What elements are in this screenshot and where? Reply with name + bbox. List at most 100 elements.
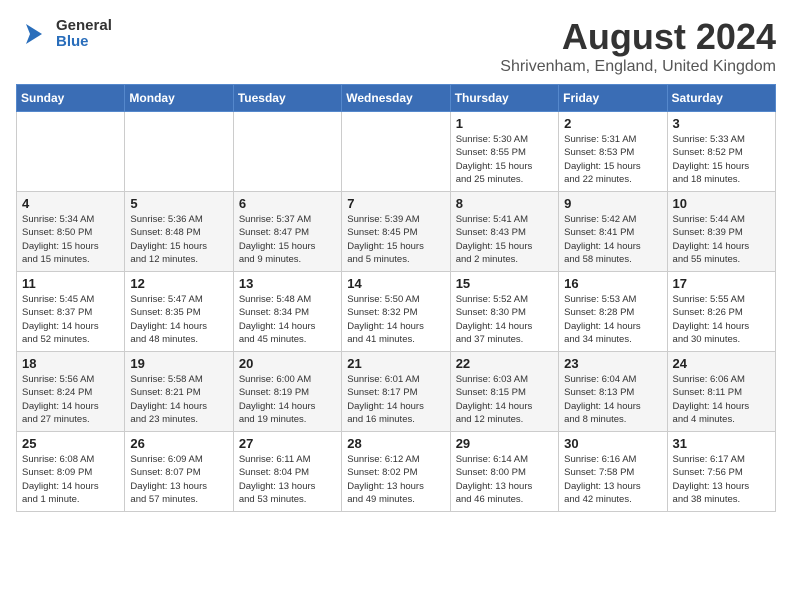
day-info: Sunrise: 5:52 AMSunset: 8:30 PMDaylight:… (456, 293, 553, 346)
calendar-cell (17, 112, 125, 192)
day-info: Sunrise: 6:17 AMSunset: 7:56 PMDaylight:… (673, 453, 770, 506)
calendar-cell: 25 Sunrise: 6:08 AMSunset: 8:09 PMDayligh… (17, 432, 125, 512)
day-info: Sunrise: 6:12 AMSunset: 8:02 PMDaylight:… (347, 453, 444, 506)
day-info: Sunrise: 5:58 AMSunset: 8:21 PMDaylight:… (130, 373, 227, 426)
day-info: Sunrise: 5:36 AMSunset: 8:48 PMDaylight:… (130, 213, 227, 266)
day-info: Sunrise: 5:37 AMSunset: 8:47 PMDaylight:… (239, 213, 336, 266)
day-info: Sunrise: 5:44 AMSunset: 8:39 PMDaylight:… (673, 213, 770, 266)
day-number: 23 (564, 356, 661, 371)
calendar-cell (233, 112, 341, 192)
calendar-header-saturday: Saturday (667, 85, 775, 112)
day-number: 17 (673, 276, 770, 291)
day-number: 12 (130, 276, 227, 291)
calendar-cell: 17 Sunrise: 5:55 AMSunset: 8:26 PMDayligh… (667, 272, 775, 352)
calendar-cell (125, 112, 233, 192)
day-info: Sunrise: 5:42 AMSunset: 8:41 PMDaylight:… (564, 213, 661, 266)
calendar-cell: 2 Sunrise: 5:31 AMSunset: 8:53 PMDaylight… (559, 112, 667, 192)
calendar-header-tuesday: Tuesday (233, 85, 341, 112)
day-number: 21 (347, 356, 444, 371)
day-info: Sunrise: 5:31 AMSunset: 8:53 PMDaylight:… (564, 133, 661, 186)
day-info: Sunrise: 6:04 AMSunset: 8:13 PMDaylight:… (564, 373, 661, 426)
location-subtitle: Shrivenham, England, United Kingdom (500, 58, 776, 76)
day-info: Sunrise: 5:55 AMSunset: 8:26 PMDaylight:… (673, 293, 770, 346)
logo: General Blue (16, 16, 112, 52)
day-number: 1 (456, 116, 553, 131)
calendar-cell: 19Sunrise: 5:58 AMSunset: 8:21 PMDayligh… (125, 352, 233, 432)
calendar-cell: 30 Sunrise: 6:16 AMSunset: 7:58 PMDayligh… (559, 432, 667, 512)
day-number: 11 (22, 276, 119, 291)
calendar-cell: 10 Sunrise: 5:44 AMSunset: 8:39 PMDayligh… (667, 192, 775, 272)
day-number: 8 (456, 196, 553, 211)
calendar-week-row: 1 Sunrise: 5:30 AMSunset: 8:55 PMDaylight… (17, 112, 776, 192)
day-number: 5 (130, 196, 227, 211)
calendar-cell: 18Sunrise: 5:56 AMSunset: 8:24 PMDayligh… (17, 352, 125, 432)
calendar-cell: 15 Sunrise: 5:52 AMSunset: 8:30 PMDayligh… (450, 272, 558, 352)
logo-blue: Blue (56, 34, 112, 51)
calendar-cell: 27 Sunrise: 6:11 AMSunset: 8:04 PMDayligh… (233, 432, 341, 512)
logo-text: General Blue (56, 18, 112, 51)
day-number: 27 (239, 436, 336, 451)
calendar-cell: 8 Sunrise: 5:41 AMSunset: 8:43 PMDaylight… (450, 192, 558, 272)
day-number: 16 (564, 276, 661, 291)
calendar-week-row: 4 Sunrise: 5:34 AMSunset: 8:50 PMDaylight… (17, 192, 776, 272)
day-number: 25 (22, 436, 119, 451)
day-info: Sunrise: 6:16 AMSunset: 7:58 PMDaylight:… (564, 453, 661, 506)
calendar-cell: 12 Sunrise: 5:47 AMSunset: 8:35 PMDayligh… (125, 272, 233, 352)
calendar-cell: 13 Sunrise: 5:48 AMSunset: 8:34 PMDayligh… (233, 272, 341, 352)
calendar-cell: 24 Sunrise: 6:06 AMSunset: 8:11 PMDayligh… (667, 352, 775, 432)
month-year-title: August 2024 (500, 16, 776, 58)
day-info: Sunrise: 5:53 AMSunset: 8:28 PMDaylight:… (564, 293, 661, 346)
day-number: 13 (239, 276, 336, 291)
calendar-table: SundayMondayTuesdayWednesdayThursdayFrid… (16, 84, 776, 512)
day-info: Sunrise: 6:08 AMSunset: 8:09 PMDaylight:… (22, 453, 119, 506)
calendar-cell (342, 112, 450, 192)
calendar-cell: 20 Sunrise: 6:00 AMSunset: 8:19 PMDayligh… (233, 352, 341, 432)
day-number: 30 (564, 436, 661, 451)
day-info: Sunrise: 5:56 AMSunset: 8:24 PMDaylight:… (22, 373, 119, 426)
calendar-header-row: SundayMondayTuesdayWednesdayThursdayFrid… (17, 85, 776, 112)
day-number: 26 (130, 436, 227, 451)
day-number: 28 (347, 436, 444, 451)
day-number: 6 (239, 196, 336, 211)
calendar-header-sunday: Sunday (17, 85, 125, 112)
calendar-cell: 26Sunrise: 6:09 AMSunset: 8:07 PMDayligh… (125, 432, 233, 512)
day-number: 4 (22, 196, 119, 211)
day-info: Sunrise: 5:41 AMSunset: 8:43 PMDaylight:… (456, 213, 553, 266)
day-info: Sunrise: 5:50 AMSunset: 8:32 PMDaylight:… (347, 293, 444, 346)
calendar-cell: 21Sunrise: 6:01 AMSunset: 8:17 PMDayligh… (342, 352, 450, 432)
day-number: 29 (456, 436, 553, 451)
day-info: Sunrise: 6:06 AMSunset: 8:11 PMDaylight:… (673, 373, 770, 426)
calendar-cell: 4 Sunrise: 5:34 AMSunset: 8:50 PMDaylight… (17, 192, 125, 272)
day-number: 15 (456, 276, 553, 291)
calendar-cell: 11Sunrise: 5:45 AMSunset: 8:37 PMDayligh… (17, 272, 125, 352)
title-block: August 2024 Shrivenham, England, United … (500, 16, 776, 76)
day-info: Sunrise: 5:47 AMSunset: 8:35 PMDaylight:… (130, 293, 227, 346)
day-info: Sunrise: 5:34 AMSunset: 8:50 PMDaylight:… (22, 213, 119, 266)
day-number: 7 (347, 196, 444, 211)
logo-icon (16, 16, 52, 52)
day-info: Sunrise: 5:48 AMSunset: 8:34 PMDaylight:… (239, 293, 336, 346)
logo-general: General (56, 18, 112, 35)
day-number: 24 (673, 356, 770, 371)
calendar-cell: 28 Sunrise: 6:12 AMSunset: 8:02 PMDayligh… (342, 432, 450, 512)
day-info: Sunrise: 6:11 AMSunset: 8:04 PMDaylight:… (239, 453, 336, 506)
calendar-header-friday: Friday (559, 85, 667, 112)
calendar-week-row: 18Sunrise: 5:56 AMSunset: 8:24 PMDayligh… (17, 352, 776, 432)
day-number: 2 (564, 116, 661, 131)
day-number: 31 (673, 436, 770, 451)
day-number: 20 (239, 356, 336, 371)
calendar-cell: 16 Sunrise: 5:53 AMSunset: 8:28 PMDayligh… (559, 272, 667, 352)
calendar-cell: 3Sunrise: 5:33 AMSunset: 8:52 PMDaylight… (667, 112, 775, 192)
day-number: 14 (347, 276, 444, 291)
calendar-week-row: 11Sunrise: 5:45 AMSunset: 8:37 PMDayligh… (17, 272, 776, 352)
calendar-cell: 7Sunrise: 5:39 AMSunset: 8:45 PMDaylight… (342, 192, 450, 272)
day-number: 10 (673, 196, 770, 211)
page-header: General Blue August 2024 Shrivenham, Eng… (16, 16, 776, 76)
day-info: Sunrise: 5:33 AMSunset: 8:52 PMDaylight:… (673, 133, 770, 186)
calendar-cell: 9Sunrise: 5:42 AMSunset: 8:41 PMDaylight… (559, 192, 667, 272)
day-info: Sunrise: 6:00 AMSunset: 8:19 PMDaylight:… (239, 373, 336, 426)
day-info: Sunrise: 5:30 AMSunset: 8:55 PMDaylight:… (456, 133, 553, 186)
calendar-cell: 6 Sunrise: 5:37 AMSunset: 8:47 PMDaylight… (233, 192, 341, 272)
calendar-week-row: 25 Sunrise: 6:08 AMSunset: 8:09 PMDayligh… (17, 432, 776, 512)
day-number: 22 (456, 356, 553, 371)
